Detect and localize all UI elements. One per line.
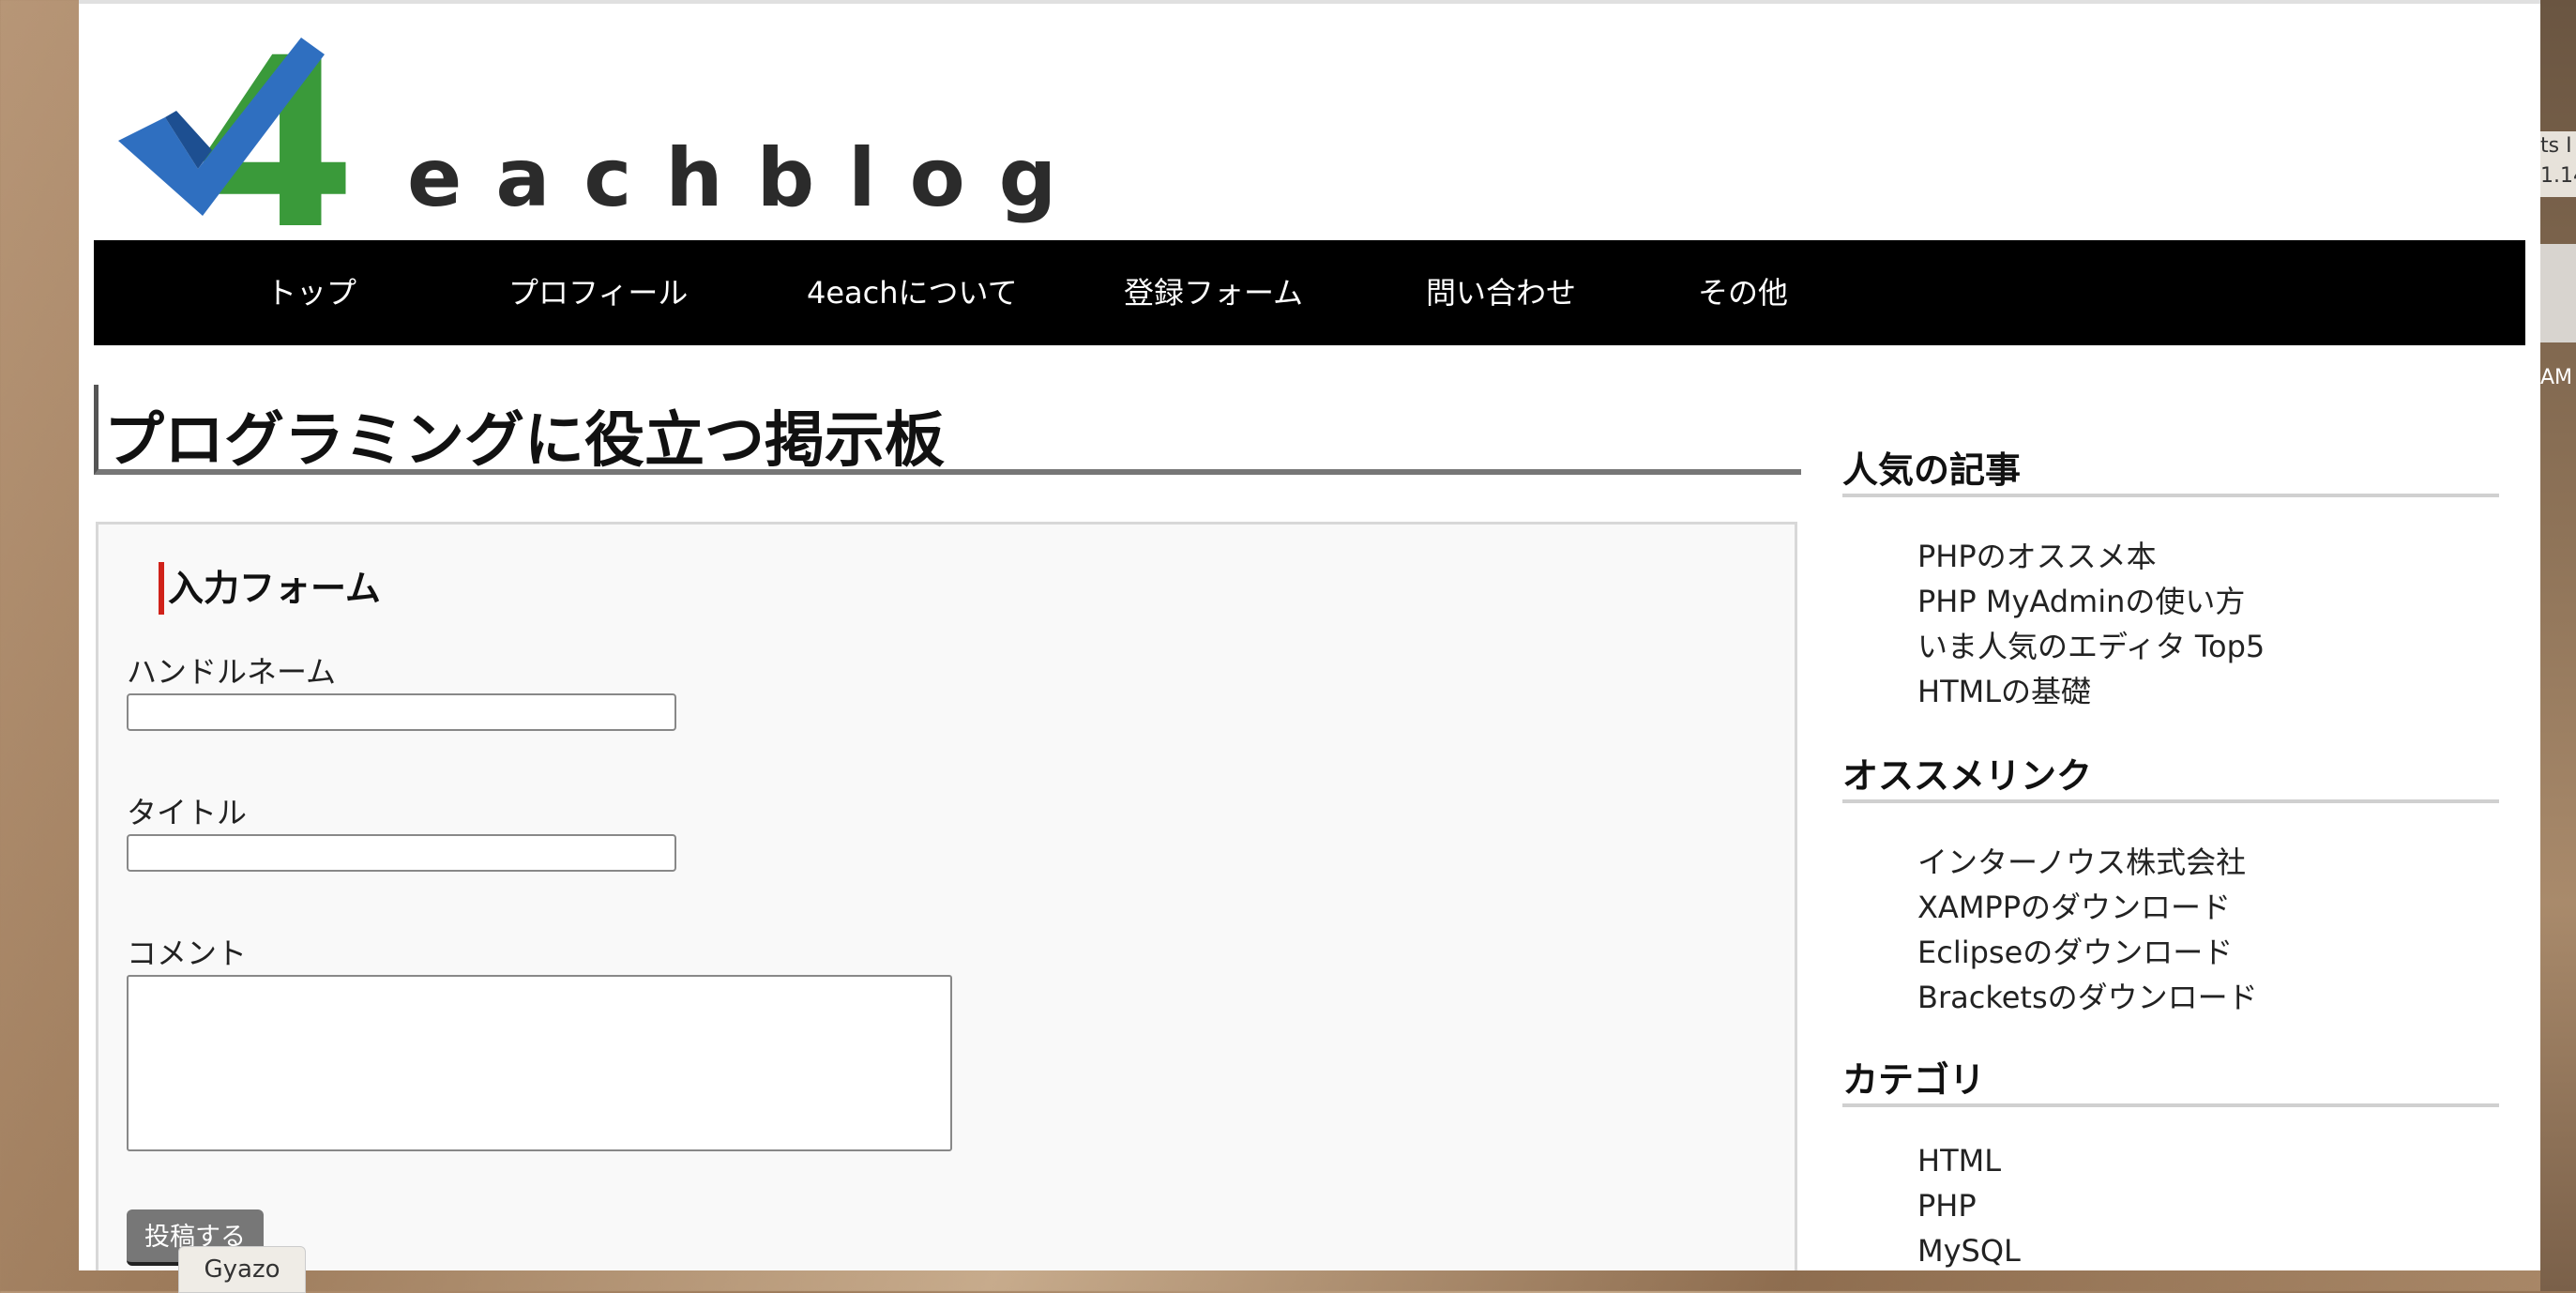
sidebar-item-html[interactable]: HTML [1917,1143,2001,1179]
nav-item-other[interactable]: その他 [1698,240,1788,345]
background-window-text: ts I [2540,134,2572,158]
sidebar-heading-text: カテゴリ [1842,1059,1986,1101]
logo-wordmark: eachblog [407,131,1091,225]
input-form-panel: 入力フォーム ハンドルネーム タイトル コメント 投稿する [96,522,1797,1270]
sidebar-item-html-basics[interactable]: HTMLの基礎 [1917,668,2091,711]
nav-item-registration-form[interactable]: 登録フォーム [1124,240,1303,345]
nav-item-contact[interactable]: 問い合わせ [1426,240,1576,345]
sidebar-item-php[interactable]: PHP [1917,1188,1977,1224]
svg-text:4: 4 [193,28,356,230]
form-heading: 入力フォーム [159,562,381,615]
sidebar-item-editors-top5[interactable]: いま人気のエディタ Top5 [1917,623,2265,666]
sidebar-item-brackets[interactable]: Bracketsのダウンロード [1917,974,2258,1017]
sidebar-item-phpmyadmin[interactable]: PHP MyAdminの使い方 [1917,578,2245,621]
sidebar-heading-popular: 人気の記事 [1842,441,2499,497]
background-window-fragment-2 [2540,244,2576,342]
nav-item-top[interactable]: トップ [266,240,356,345]
page-title-text: プログラミングに役立つ掲示板 [104,406,945,476]
title-input[interactable] [127,834,676,872]
sidebar-heading-text: オススメリンク [1842,755,2093,797]
sidebar-item-eclipse[interactable]: Eclipseのダウンロード [1917,929,2233,972]
handle-name-label: ハンドルネーム [127,654,337,690]
title-label: タイトル [127,795,248,830]
sidebar-heading-category: カテゴリ [1842,1051,2499,1107]
nav-item-profile[interactable]: プロフィール [508,240,688,345]
site-logo[interactable]: 4 eachblog [109,8,1056,281]
comment-textarea[interactable] [127,975,952,1151]
browser-viewport: 4 eachblog トップ プロフィール 4eachについて 登録フォーム 問… [79,0,2540,1270]
comment-label: コメント [127,936,248,971]
background-time-text: AM [2540,366,2573,389]
logo-mark-icon: 4 [118,8,356,281]
form-heading-text: 入力フォーム [168,568,381,609]
handle-name-input[interactable] [127,693,676,731]
nav-item-about-4each[interactable]: 4eachについて [807,240,1018,345]
background-window-text: 1.14 [2540,164,2576,188]
sidebar-item-xampp[interactable]: XAMPPのダウンロード [1917,884,2231,927]
top-border [79,0,2540,4]
gyazo-tab[interactable]: Gyazo [178,1246,306,1293]
background-window-fragment: ts I 1.14 [2540,131,2576,197]
sidebar-heading-recommended-links: オススメリンク [1842,747,2499,803]
sidebar-item-mysql[interactable]: MySQL [1917,1233,2021,1269]
sidebar-heading-text: 人気の記事 [1842,449,2022,491]
sidebar-item-php-books[interactable]: PHPのオススメ本 [1917,533,2157,576]
page-title: プログラミングに役立つ掲示板 [94,385,1801,476]
sidebar-item-internous[interactable]: インターノウス株式会社 [1917,839,2246,882]
main-navigation: トップ プロフィール 4eachについて 登録フォーム 問い合わせ その他 [94,240,2525,345]
